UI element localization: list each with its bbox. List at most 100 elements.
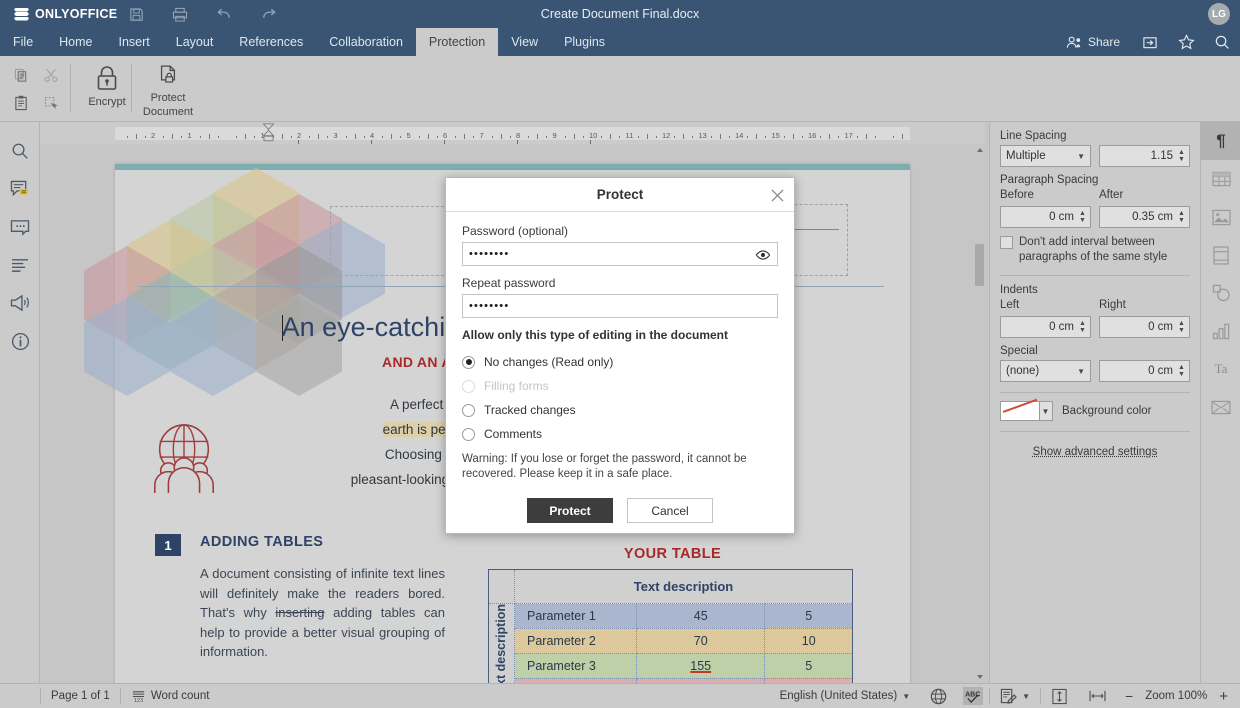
copy-icon[interactable] — [8, 62, 34, 88]
rail-item-header-footer-settings[interactable] — [1201, 236, 1240, 274]
cut-icon[interactable] — [38, 62, 64, 88]
spinner-icon[interactable]: ▲▼ — [1177, 321, 1186, 334]
ruler-tick-mark — [327, 136, 328, 138]
eye-icon[interactable] — [755, 247, 771, 263]
rail-item-paragraph-settings[interactable]: ¶ — [1201, 122, 1240, 160]
svg-text:123: 123 — [134, 698, 143, 704]
line-spacing-value-stepper[interactable]: 1.15 ▲▼ — [1099, 145, 1190, 167]
menu-tab-collaboration[interactable]: Collaboration — [316, 28, 416, 56]
protect-dialog[interactable]: Protect Password (optional) •••••••• Rep… — [445, 177, 795, 534]
set-language-button[interactable] — [920, 684, 957, 708]
background-color-swatch[interactable] — [1000, 401, 1040, 421]
no-interval-checkbox[interactable] — [1000, 236, 1013, 249]
rail-item-shape-settings[interactable] — [1201, 274, 1240, 312]
spacing-after-stepper[interactable]: 0.35 cm ▲▼ — [1099, 206, 1190, 228]
radio-button[interactable] — [462, 356, 475, 369]
spinner-icon[interactable]: ▲▼ — [1177, 150, 1186, 163]
radio-button[interactable] — [462, 404, 475, 417]
undo-icon[interactable] — [213, 3, 235, 25]
sidebar-item-feedback[interactable] — [0, 284, 40, 322]
rail-item-mail-merge-settings[interactable] — [1201, 388, 1240, 426]
table-icon — [1212, 171, 1231, 187]
share-button[interactable]: Share — [1066, 35, 1124, 49]
spellcheck-button[interactable]: ABC — [957, 684, 989, 708]
password-field[interactable]: •••••••• — [462, 242, 778, 266]
table-row[interactable]: Parameter 27010 — [489, 628, 853, 653]
search-icon[interactable] — [1212, 32, 1232, 52]
spinner-icon[interactable]: ▲▼ — [1177, 211, 1186, 224]
scrollbar-thumb[interactable] — [975, 244, 984, 286]
no-interval-checkbox-row[interactable]: Don't add interval between paragraphs of… — [1000, 235, 1190, 265]
menu-tab-insert[interactable]: Insert — [106, 28, 163, 56]
favorite-star-icon[interactable] — [1176, 32, 1196, 52]
zoom-in-button[interactable]: + — [1211, 684, 1240, 708]
open-file-location-icon[interactable] — [1140, 32, 1160, 52]
spinner-icon[interactable]: ▲▼ — [1078, 321, 1087, 334]
menu-tab-home[interactable]: Home — [46, 28, 105, 56]
sidebar-item-headings[interactable] — [0, 246, 40, 284]
zoom-level[interactable]: Zoom 100% — [1141, 684, 1211, 708]
close-icon[interactable] — [768, 186, 786, 204]
ruler-tick-label: 8 — [516, 131, 520, 140]
radio-button[interactable] — [462, 428, 475, 441]
protect-document-button[interactable]: Protect Document — [133, 60, 203, 118]
save-icon[interactable] — [125, 3, 147, 25]
rail-item-chart-settings[interactable] — [1201, 312, 1240, 350]
ruler-tick-mark — [546, 136, 547, 138]
document-table[interactable]: Text description Text descriptionParamet… — [488, 569, 853, 683]
rail-item-text-art-settings[interactable]: Ta — [1201, 350, 1240, 388]
lock-icon — [94, 64, 120, 92]
rail-item-image-settings[interactable] — [1201, 198, 1240, 236]
ruler-tick-mark — [391, 134, 392, 139]
document-lock-icon — [155, 64, 181, 88]
scroll-down-arrow[interactable] — [974, 671, 985, 683]
page-indicator[interactable]: Page 1 of 1 — [41, 684, 120, 708]
indent-marker-icon[interactable] — [262, 123, 275, 143]
fit-width-button[interactable] — [1078, 684, 1117, 708]
horizontal-ruler[interactable]: 211234567891011121314151617 — [40, 122, 985, 144]
rail-item-table-settings[interactable] — [1201, 160, 1240, 198]
table-row[interactable]: Text descriptionParameter 1455 — [489, 604, 853, 629]
special-indent-by-stepper[interactable]: 0 cm ▲▼ — [1099, 360, 1190, 382]
menu-tab-protection[interactable]: Protection — [416, 28, 498, 56]
scroll-up-arrow[interactable] — [974, 144, 985, 156]
editing-option-0[interactable]: No changes (Read only) — [462, 350, 778, 374]
editing-option-2[interactable]: Tracked changes — [462, 398, 778, 422]
encrypt-button[interactable]: Encrypt — [72, 60, 142, 118]
redo-icon[interactable] — [257, 3, 279, 25]
indent-left-stepper[interactable]: 0 cm ▲▼ — [1000, 316, 1091, 338]
sidebar-item-chat[interactable] — [0, 208, 40, 246]
special-indent-select[interactable]: (none) ▼ — [1000, 360, 1091, 382]
spacing-before-stepper[interactable]: 0 cm ▲▼ — [1000, 206, 1091, 228]
menu-tab-references[interactable]: References — [226, 28, 316, 56]
protect-button[interactable]: Protect — [527, 498, 613, 523]
menu-tab-file[interactable]: File — [0, 28, 46, 56]
document-vertical-scrollbar[interactable] — [974, 144, 985, 683]
menu-tab-plugins[interactable]: Plugins — [551, 28, 618, 56]
line-spacing-mode-select[interactable]: Multiple ▼ — [1000, 145, 1091, 167]
print-icon[interactable] — [169, 3, 191, 25]
show-advanced-settings-link[interactable]: Show advanced settings — [1000, 446, 1190, 458]
sidebar-item-comments[interactable] — [0, 170, 40, 208]
menu-tab-layout[interactable]: Layout — [163, 28, 227, 56]
document-language-button[interactable]: English (United States) ▼ — [770, 684, 921, 708]
spinner-icon[interactable]: ▲▼ — [1078, 211, 1087, 224]
indent-right-stepper[interactable]: 0 cm ▲▼ — [1099, 316, 1190, 338]
track-changes-button[interactable]: ▼ — [990, 684, 1040, 708]
paste-icon[interactable] — [8, 90, 34, 116]
ruler-tick-mark — [318, 134, 319, 139]
word-count-button[interactable]: 123 Word count — [121, 684, 220, 708]
menu-tab-view[interactable]: View — [498, 28, 551, 56]
cancel-button[interactable]: Cancel — [627, 498, 713, 523]
user-avatar[interactable]: LG — [1208, 3, 1230, 25]
zoom-out-button[interactable]: − — [1117, 684, 1141, 708]
editing-option-3[interactable]: Comments — [462, 422, 778, 446]
sidebar-item-search[interactable] — [0, 132, 40, 170]
background-color-dropdown-arrow[interactable]: ▼ — [1039, 401, 1053, 421]
table-row[interactable]: Parameter 31555 — [489, 653, 853, 678]
fit-page-button[interactable] — [1041, 684, 1078, 708]
sidebar-item-about[interactable] — [0, 322, 40, 360]
repeat-password-field[interactable]: •••••••• — [462, 294, 778, 318]
spinner-icon[interactable]: ▲▼ — [1177, 365, 1186, 378]
copy-style-icon[interactable] — [38, 90, 64, 116]
